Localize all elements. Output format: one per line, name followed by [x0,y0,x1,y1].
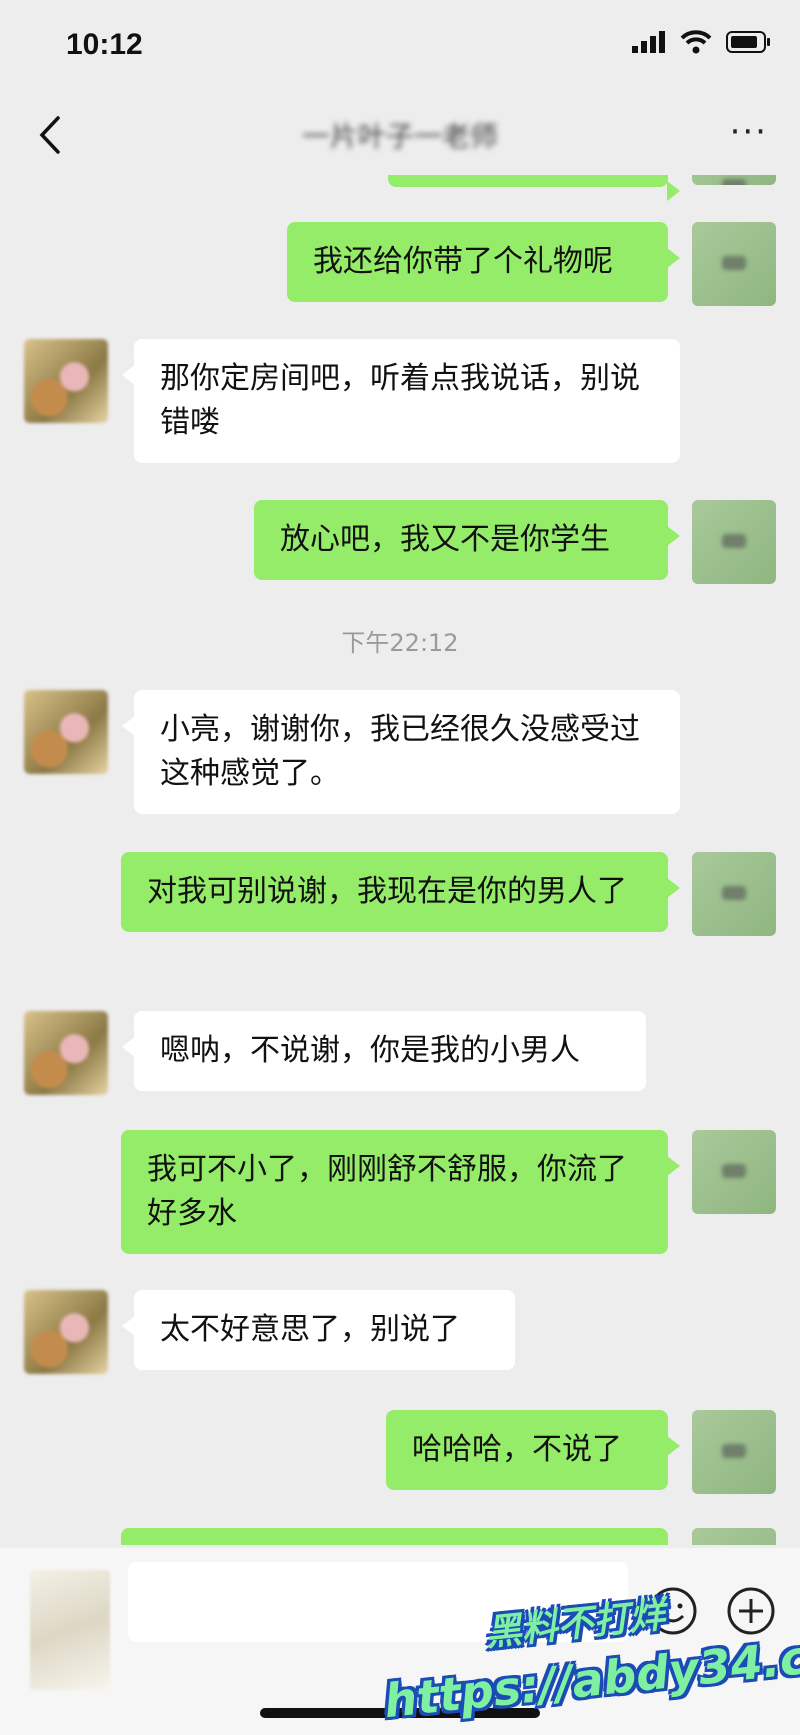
plus-circle-icon[interactable] [726,1586,776,1636]
message-bubble-received[interactable]: 嗯呐，不说谢，你是我的小男人 [122,1011,646,1091]
message-bubble-sent[interactable]: 哈哈哈，不说了 [386,1410,680,1490]
status-bar: 10:12 [0,0,800,95]
status-time: 10:12 [66,28,143,61]
my-avatar[interactable] [692,852,776,936]
battery-icon [726,31,770,53]
my-avatar [692,1528,776,1545]
message-bubble-sent[interactable]: 放心吧，我又不是你学生 [254,500,680,580]
message-bubble-sent[interactable]: 我可不小了，刚刚舒不舒服，你流了好多水 [121,1130,680,1254]
my-avatar [692,175,776,185]
my-avatar[interactable] [692,1410,776,1494]
status-icons [632,30,772,54]
more-dots-icon[interactable]: ··· [730,115,768,149]
wifi-icon [680,30,712,54]
message-bubble-cut [388,175,680,201]
message-bubble-received[interactable]: 小亮，谢谢你，我已经很久没感受过这种感觉了。 [122,690,680,814]
contact-avatar[interactable] [24,690,108,774]
message-bubble-sent[interactable]: 我还给你带了个礼物呢 [287,222,680,302]
message-bubble-cut [121,1528,668,1545]
message-bubble-sent[interactable]: 对我可别说谢，我现在是你的男人了 [121,852,680,932]
my-avatar[interactable] [692,500,776,584]
contact-avatar[interactable] [24,339,108,423]
my-avatar[interactable] [692,1130,776,1214]
my-avatar[interactable] [692,222,776,306]
chat-header: 一片叶子一老师 ··· [0,95,800,175]
contact-avatar[interactable] [24,1290,108,1374]
chat-title: 一片叶子一老师 [301,120,498,153]
message-bubble-received[interactable]: 那你定房间吧，听着点我说话，别说错喽 [122,339,680,463]
voice-toggle-thumbnail[interactable] [30,1570,110,1690]
message-bubble-received[interactable]: 太不好意思了，别说了 [122,1290,515,1370]
chat-message-list[interactable]: 我还给你带了个礼物呢 那你定房间吧，听着点我说话，别说错喽 放心吧，我又不是你学… [0,175,800,1545]
contact-avatar[interactable] [24,1011,108,1095]
signal-icon [632,31,665,53]
timestamp: 下午22:12 [341,629,459,657]
